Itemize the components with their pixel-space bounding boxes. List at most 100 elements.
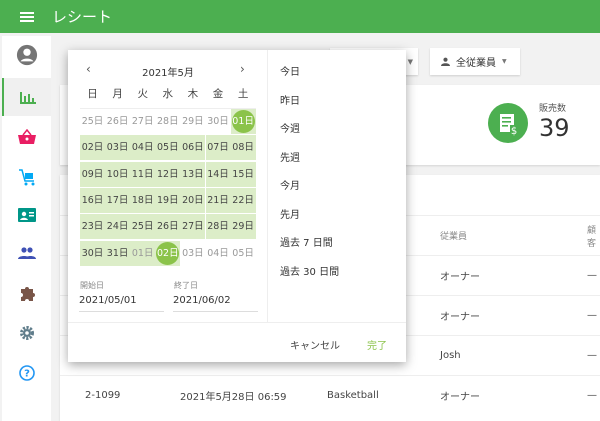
chevron-down-icon: ▼ xyxy=(502,58,507,65)
calendar-day[interactable]: 05日 xyxy=(231,241,256,266)
sidebar-item-integrations[interactable] xyxy=(2,274,51,312)
calendar-day[interactable]: 31日 xyxy=(105,240,131,266)
preset-item[interactable]: 先月 xyxy=(280,206,300,221)
day-label: 14日 xyxy=(207,168,229,180)
calendar-day[interactable]: 26日 xyxy=(155,214,181,240)
column-header-customer: 顧客 xyxy=(587,225,597,249)
day-label: 28日 xyxy=(207,221,229,233)
table-row[interactable]: 2-1099 2021年5月28日 06:59 Basketball オーナー … xyxy=(60,375,600,415)
calendar-day[interactable]: 04日 xyxy=(206,241,231,266)
day-label: 02日 xyxy=(157,247,179,259)
calendar-day[interactable]: 17日 xyxy=(105,187,131,213)
calendar-day[interactable]: 09日 xyxy=(80,161,105,187)
sidebar-item-settings[interactable] xyxy=(2,314,51,352)
calendar-day[interactable]: 16日 xyxy=(80,187,105,213)
day-label: 29日 xyxy=(232,221,254,233)
cancel-button[interactable]: キャンセル xyxy=(290,337,340,352)
sidebar-item-reports[interactable] xyxy=(2,78,51,116)
day-label: 06日 xyxy=(182,142,204,154)
calendar-day[interactable]: 21日 xyxy=(205,187,231,213)
calendar-day[interactable]: 15日 xyxy=(230,161,256,187)
calendar-day[interactable]: 05日 xyxy=(155,135,181,161)
day-label: 01日 xyxy=(232,116,254,127)
preset-item[interactable]: 先週 xyxy=(280,149,300,164)
calendar-day[interactable]: 29日 xyxy=(230,214,256,240)
receipt-icon: $ xyxy=(488,103,528,143)
calendar-day[interactable]: 24日 xyxy=(105,214,131,240)
summary-value: 39 xyxy=(539,114,570,142)
day-label: 16日 xyxy=(81,194,104,206)
calendar-day[interactable]: 30日 xyxy=(206,109,231,134)
employee-filter-dropdown[interactable]: 全従業員 ▼ xyxy=(430,48,520,75)
cell-employee: Josh xyxy=(440,350,461,361)
calendar-day[interactable]: 18日 xyxy=(130,187,156,213)
preset-item[interactable]: 今日 xyxy=(280,63,300,78)
day-label: 19日 xyxy=(157,194,179,206)
calendar-day[interactable]: 03日 xyxy=(180,241,205,266)
day-label: 28日 xyxy=(157,116,179,127)
day-label: 12日 xyxy=(157,168,179,180)
calendar-day[interactable]: 19日 xyxy=(155,187,181,213)
cell-customer: — xyxy=(587,350,597,361)
cell-employee: オーナー xyxy=(440,272,480,283)
end-date-field[interactable]: 2021/06/02 xyxy=(173,295,258,312)
calendar-day[interactable]: 10日 xyxy=(105,161,131,187)
calendar-day[interactable]: 08日 xyxy=(230,135,256,161)
date-range-picker: ‹ 2021年5月 › 日月火水木金土 25日 26日 27日 28日 29日 30日 01… xyxy=(68,50,406,362)
calendar-day[interactable]: 02日 xyxy=(80,135,105,161)
calendar-day[interactable]: 13日 xyxy=(180,161,206,187)
calendar-day-selected[interactable]: 01日 xyxy=(230,109,256,134)
cell-employee: オーナー xyxy=(440,312,480,323)
calendar-day[interactable]: 25日 xyxy=(80,109,105,134)
day-label: 21日 xyxy=(207,194,229,206)
preset-item[interactable]: 今月 xyxy=(280,177,300,192)
calendar-day[interactable]: 03日 xyxy=(105,135,131,161)
calendar-day[interactable]: 30日 xyxy=(80,240,105,266)
weekday-label: 土 xyxy=(237,88,249,100)
sidebar-item-account[interactable] xyxy=(2,36,51,74)
weekday-label: 金 xyxy=(212,88,224,100)
calendar-day-selected[interactable]: 02日 xyxy=(155,240,181,266)
calendar-day[interactable]: 29日 xyxy=(180,109,205,134)
calendar-day[interactable]: 27日 xyxy=(130,109,155,134)
calendar-day[interactable]: 14日 xyxy=(205,161,231,187)
calendar-day[interactable]: 20日 xyxy=(180,187,206,213)
next-month-button[interactable]: › xyxy=(240,62,245,76)
calendar-day[interactable]: 12日 xyxy=(155,161,181,187)
calendar-day[interactable]: 25日 xyxy=(130,214,156,240)
calendar-day[interactable]: 22日 xyxy=(230,187,256,213)
calendar-day[interactable]: 06日 xyxy=(180,135,206,161)
start-date-field[interactable]: 2021/05/01 xyxy=(79,295,164,312)
top-bar: レシート xyxy=(0,0,600,33)
calendar-day[interactable]: 28日 xyxy=(155,109,180,134)
day-label: 09日 xyxy=(81,168,104,180)
sidebar-item-employees[interactable] xyxy=(2,196,51,234)
menu-icon[interactable] xyxy=(20,10,34,24)
calendar-day[interactable]: 26日 xyxy=(105,109,130,134)
cart-icon xyxy=(18,169,34,186)
calendar-day[interactable]: 11日 xyxy=(130,161,156,187)
day-label: 05日 xyxy=(157,142,179,154)
calendar-day[interactable]: 28日 xyxy=(205,214,231,240)
day-label: 03日 xyxy=(106,142,129,154)
day-label: 04日 xyxy=(131,142,154,154)
calendar-day[interactable]: 01日 xyxy=(130,240,156,266)
preset-item[interactable]: 今週 xyxy=(280,120,300,135)
sidebar-item-items[interactable] xyxy=(2,118,51,156)
calendar-day[interactable]: 07日 xyxy=(205,135,231,161)
bar-chart-icon xyxy=(19,92,36,104)
calendar-day[interactable]: 23日 xyxy=(80,214,105,240)
sidebar-item-customers[interactable] xyxy=(2,234,51,272)
day-label: 27日 xyxy=(182,221,204,233)
calendar-day[interactable]: 04日 xyxy=(130,135,156,161)
sidebar-item-inventory[interactable] xyxy=(2,158,51,196)
sidebar-item-help[interactable]: ? xyxy=(2,354,51,392)
done-button[interactable]: 完了 xyxy=(367,337,387,352)
preset-item[interactable]: 過去 30 日間 xyxy=(280,263,339,278)
puzzle-icon xyxy=(20,287,35,301)
preset-item[interactable]: 昨日 xyxy=(280,92,300,107)
calendar-day[interactable]: 27日 xyxy=(180,214,206,240)
preset-item[interactable]: 過去 7 日間 xyxy=(280,234,333,249)
weekday-label: 木 xyxy=(187,88,199,100)
chevron-down-icon: ▼ xyxy=(407,57,413,66)
